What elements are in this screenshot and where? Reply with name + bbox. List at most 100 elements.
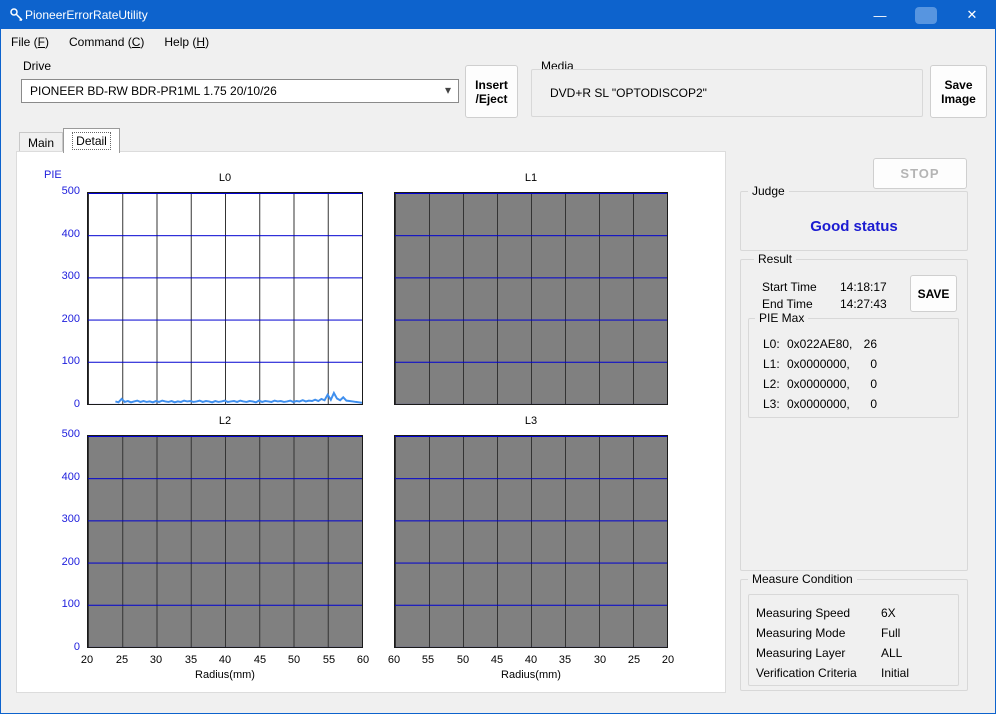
y-tick: 500 xyxy=(61,428,80,440)
media-box: DVD+R SL "OPTODISCOP2" xyxy=(531,69,923,117)
pie-max-row-name: L2: xyxy=(763,377,780,391)
title-bar: PioneerErrorRateUtility — ✕ xyxy=(1,1,995,29)
detail-tab-page: PIE L0 L1 L2 L3 500 400 300 200 100 0 50… xyxy=(16,151,726,693)
y-tick: 400 xyxy=(61,228,80,240)
measure-condition-label: Measure Condition xyxy=(748,572,857,586)
x-tick: 60 xyxy=(387,654,401,666)
pie-axis-label: PIE xyxy=(44,169,62,181)
y-tick: 200 xyxy=(61,556,80,568)
chart-plot-l0 xyxy=(87,192,363,405)
y-tick: 0 xyxy=(73,641,80,653)
menu-help[interactable]: Help (H) xyxy=(154,31,219,53)
x-tick: 35 xyxy=(558,654,572,666)
save-button[interactable]: SAVE xyxy=(910,275,957,312)
measure-row-name: Measuring Mode xyxy=(756,626,846,640)
pie-max-row-count: 0 xyxy=(870,377,877,391)
l0-trace xyxy=(115,390,362,404)
judge-group: Judge Good status xyxy=(740,184,968,251)
result-group-label: Result xyxy=(754,252,797,266)
window-title: PioneerErrorRateUtility xyxy=(25,8,148,22)
judge-group-label: Judge xyxy=(748,184,789,198)
judge-status: Good status xyxy=(810,218,898,235)
pie-max-row-count: 0 xyxy=(870,357,877,371)
measure-row-value: Full xyxy=(881,626,901,640)
measure-row-name: Measuring Layer xyxy=(756,646,846,660)
y-tick: 0 xyxy=(73,398,80,410)
l0-trace-line xyxy=(115,390,362,404)
pie-max-row-name: L0: xyxy=(763,337,780,351)
measure-row-value: 6X xyxy=(881,606,896,620)
stop-button[interactable]: STOP xyxy=(873,158,967,189)
y-tick: 400 xyxy=(61,471,80,483)
measure-row-value: Initial xyxy=(881,666,910,680)
end-time-label: End Time xyxy=(762,297,813,311)
pie-max-row-count: 0 xyxy=(870,397,877,411)
close-button[interactable]: ✕ xyxy=(949,1,995,29)
start-time-value: 14:18:17 xyxy=(840,280,887,294)
x-tick: 60 xyxy=(356,654,370,666)
measure-row-name: Measuring Speed xyxy=(756,606,851,620)
measure-condition-box: Measuring Speed 6X Measuring Mode Full M… xyxy=(748,594,959,686)
y-tick: 300 xyxy=(61,270,80,282)
chart-plot-l1 xyxy=(394,192,668,405)
x-tick: 35 xyxy=(184,654,198,666)
maximize-button[interactable] xyxy=(903,1,949,29)
x-tick: 50 xyxy=(456,654,470,666)
pie-max-row-name: L1: xyxy=(763,357,780,371)
y-tick: 100 xyxy=(61,598,80,610)
insert-eject-button[interactable]: Insert /Eject xyxy=(465,65,518,118)
x-tick: 25 xyxy=(115,654,129,666)
pie-max-row-hex: 0x022AE80, xyxy=(787,337,853,351)
x-tick: 50 xyxy=(287,654,301,666)
tab-main[interactable]: Main xyxy=(19,132,63,152)
x-tick: 45 xyxy=(490,654,504,666)
x-tick: 20 xyxy=(661,654,675,666)
y-tick: 200 xyxy=(61,313,80,325)
chart-plot-l2 xyxy=(87,435,363,648)
menu-bar: File (F) Command (C) Help (H) xyxy=(1,29,995,55)
pie-max-row-name: L3: xyxy=(763,397,780,411)
y-tick: 500 xyxy=(61,185,80,197)
pie-max-row-hex: 0x0000000, xyxy=(787,377,850,391)
chart-title-l3: L3 xyxy=(524,415,538,427)
save-image-button[interactable]: Save Image xyxy=(930,65,987,118)
x-tick: 20 xyxy=(80,654,94,666)
x-tick: 25 xyxy=(627,654,641,666)
drive-label: Drive xyxy=(23,59,52,73)
x-axis-label-l2: Radius(mm) xyxy=(195,669,255,681)
x-tick: 40 xyxy=(524,654,538,666)
result-group: Result Start Time 14:18:17 End Time 14:2… xyxy=(740,252,968,571)
pie-max-row-count: 26 xyxy=(863,337,877,351)
chart-title-l1: L1 xyxy=(524,172,538,184)
drive-select-value: PIONEER BD-RW BDR-PR1ML 1.75 20/10/26 xyxy=(30,84,277,98)
x-tick: 45 xyxy=(253,654,267,666)
y-tick: 300 xyxy=(61,513,80,525)
start-time-label: Start Time xyxy=(762,280,817,294)
chart-title-l2: L2 xyxy=(218,415,232,427)
tab-detail[interactable]: Detail xyxy=(63,128,120,153)
x-tick: 30 xyxy=(593,654,607,666)
x-tick: 55 xyxy=(322,654,336,666)
measure-condition-group: Measure Condition Measuring Speed 6X Mea… xyxy=(740,572,968,691)
chart-plot-l3 xyxy=(394,435,668,648)
measure-row-value: ALL xyxy=(881,646,903,660)
x-tick: 55 xyxy=(421,654,435,666)
chevron-down-icon: ▾ xyxy=(444,83,451,97)
drive-select[interactable]: PIONEER BD-RW BDR-PR1ML 1.75 20/10/26 ▾ xyxy=(21,79,459,103)
y-tick: 100 xyxy=(61,355,80,367)
x-tick: 30 xyxy=(149,654,163,666)
pie-max-row-hex: 0x0000000, xyxy=(787,357,850,371)
menu-command[interactable]: Command (C) xyxy=(59,31,154,53)
maximize-icon xyxy=(915,6,937,24)
menu-file[interactable]: File (F) xyxy=(1,31,59,53)
minimize-button[interactable]: — xyxy=(857,1,903,29)
pie-max-row-hex: 0x0000000, xyxy=(787,397,850,411)
pie-max-box: PIE Max L0: 0x022AE80, 26 L1: 0x0000000,… xyxy=(748,311,959,418)
chart-title-l0: L0 xyxy=(218,172,232,184)
measure-row-name: Verification Criteria xyxy=(756,666,857,680)
end-time-value: 14:27:43 xyxy=(840,297,887,311)
media-value: DVD+R SL "OPTODISCOP2" xyxy=(550,86,707,100)
pie-max-label: PIE Max xyxy=(755,311,809,325)
x-tick: 40 xyxy=(218,654,232,666)
app-icon xyxy=(10,8,23,21)
